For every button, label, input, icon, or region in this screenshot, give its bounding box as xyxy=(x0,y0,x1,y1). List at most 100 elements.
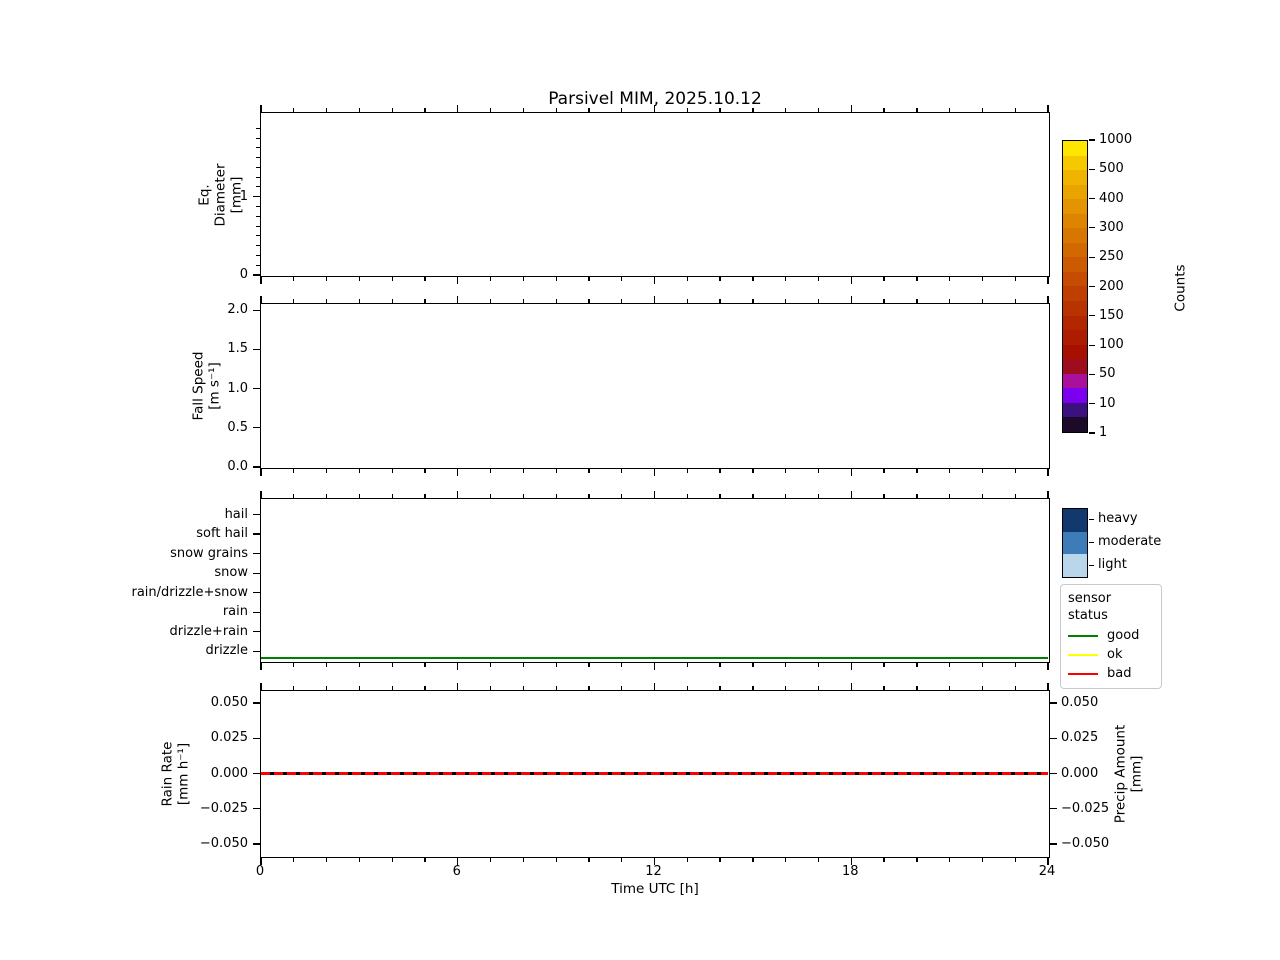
tick-mark xyxy=(255,215,260,217)
tick-mark xyxy=(255,264,260,266)
y-axis-label-right-rain-rate-text: Precip Amount [mm] xyxy=(1112,724,1144,824)
tick-mark xyxy=(653,490,656,498)
tick-mark xyxy=(1089,198,1095,200)
tick-mark xyxy=(719,468,721,473)
colorbar-segment xyxy=(1063,402,1087,418)
category-label: snow grains xyxy=(170,545,248,561)
tick-mark xyxy=(255,235,260,237)
tick-mark xyxy=(883,298,885,303)
tick-mark xyxy=(653,276,656,284)
tick-mark xyxy=(817,468,820,473)
y-tick-label-right: −0.025 xyxy=(1061,800,1110,816)
tick-mark xyxy=(325,107,328,112)
tick-mark xyxy=(752,857,754,862)
tick-mark xyxy=(719,107,721,112)
y-tick-label-right: 0.025 xyxy=(1061,730,1099,746)
tick-mark xyxy=(1014,662,1016,667)
colorbar-segment xyxy=(1063,257,1087,272)
rain-rate-line xyxy=(261,772,1048,775)
tick-mark xyxy=(489,493,492,498)
tick-mark xyxy=(817,298,820,303)
tick-mark xyxy=(424,685,426,690)
tick-mark xyxy=(260,490,262,498)
tick-mark xyxy=(916,107,918,112)
tick-mark xyxy=(916,662,918,667)
tick-mark xyxy=(457,104,459,112)
colorbar-tick-label: 100 xyxy=(1099,337,1124,353)
tick-mark xyxy=(555,857,557,862)
tick-mark xyxy=(293,493,295,498)
tick-mark xyxy=(850,682,852,690)
tick-mark xyxy=(916,685,918,690)
colorbar-tick-label: 200 xyxy=(1099,278,1124,294)
tick-mark xyxy=(1047,295,1049,303)
tick-mark xyxy=(883,685,885,690)
colorbar-axis-label: Counts xyxy=(1106,213,1256,363)
tick-mark xyxy=(1049,772,1057,775)
sensor-status-legend: sensor status good ok bad xyxy=(1060,584,1162,689)
tick-mark xyxy=(1014,493,1016,498)
tick-mark xyxy=(621,468,623,473)
tick-mark xyxy=(555,468,557,473)
tick-mark xyxy=(391,276,393,281)
tick-mark xyxy=(325,298,328,303)
colorbar-segment xyxy=(1063,373,1087,389)
colorbar-segment xyxy=(1063,344,1087,360)
tick-mark xyxy=(752,468,754,473)
tick-mark xyxy=(255,186,260,188)
tick-mark xyxy=(391,468,393,473)
category-label: drizzle xyxy=(205,643,248,659)
tick-mark xyxy=(252,631,260,633)
tick-mark xyxy=(785,685,787,690)
tick-mark xyxy=(719,298,721,303)
tick-mark xyxy=(949,493,951,498)
colorbar-tick-label: 1000 xyxy=(1099,132,1133,147)
tick-mark xyxy=(785,493,787,498)
tick-mark xyxy=(916,857,918,862)
tick-mark xyxy=(358,685,361,690)
tick-mark xyxy=(785,468,787,473)
x-tick-label: 12 xyxy=(645,864,662,879)
tick-mark xyxy=(817,662,820,667)
tick-mark xyxy=(981,276,984,281)
tick-mark xyxy=(293,107,295,112)
tick-mark xyxy=(621,685,623,690)
colorbar-tick-label: 250 xyxy=(1099,249,1124,265)
tick-mark xyxy=(325,857,328,862)
tick-mark xyxy=(850,490,852,498)
tick-mark xyxy=(457,295,459,303)
tick-mark xyxy=(817,276,820,281)
ok-line-swatch xyxy=(1068,653,1098,657)
tick-mark xyxy=(1049,808,1057,810)
tick-mark xyxy=(785,298,787,303)
tick-mark xyxy=(981,298,984,303)
intensity-label-light: light xyxy=(1098,557,1127,572)
tick-mark xyxy=(358,857,361,862)
tick-mark xyxy=(981,107,984,112)
tick-mark xyxy=(489,468,492,473)
colorbar-segment xyxy=(1063,242,1087,258)
panel-rain-rate: 0.050 0.050 0.025 0.025 0.000 0.000 −0.025 −0.0… xyxy=(200,682,1109,865)
tick-mark xyxy=(916,276,918,281)
tick-mark xyxy=(457,682,459,690)
colorbar-tick-label: 1 xyxy=(1099,425,1108,440)
category-label: hail xyxy=(224,506,248,522)
colorbar-segment xyxy=(1063,271,1087,287)
tick-mark xyxy=(252,196,260,198)
tick-mark xyxy=(883,857,885,862)
tick-mark xyxy=(817,107,820,112)
tick-mark xyxy=(358,298,361,303)
tick-mark xyxy=(489,685,492,690)
tick-mark xyxy=(255,157,260,159)
tick-mark xyxy=(588,107,590,112)
tick-mark xyxy=(686,468,688,473)
x-tick-label: 18 xyxy=(841,864,859,879)
tick-mark xyxy=(752,298,754,303)
ok-label: ok xyxy=(1107,647,1123,662)
tick-mark xyxy=(588,493,590,498)
tick-mark xyxy=(252,611,260,613)
tick-mark xyxy=(1014,857,1016,862)
tick-mark xyxy=(457,468,459,476)
tick-mark xyxy=(255,127,260,129)
tick-mark xyxy=(293,276,295,281)
